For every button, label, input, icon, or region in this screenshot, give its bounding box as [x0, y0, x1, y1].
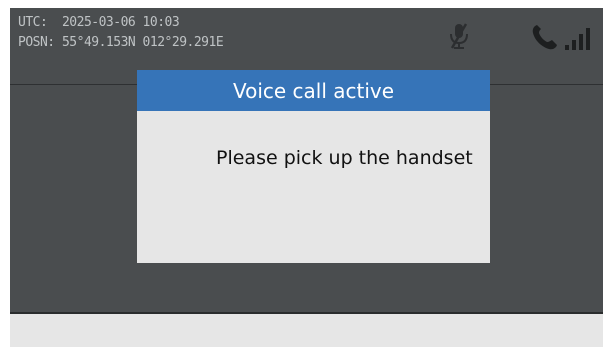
posn-label: POSN: [18, 35, 55, 50]
posn-value: 55°49.153N 012°29.291E [61, 35, 224, 50]
microphone-muted-icon [450, 23, 468, 49]
dialog-message: Please pick up the handset [216, 147, 473, 169]
voice-call-dialog[interactable]: Voice call active Please pick up the han… [137, 70, 490, 263]
phone-icon [532, 25, 557, 50]
position-readout: POSN: 55°49.153N 012°29.291E [18, 35, 224, 50]
dialog-title: Voice call active [137, 70, 490, 111]
status-bar: UTC: 2025-03-06 10:03 POSN: 55°49.153N 0… [10, 8, 603, 78]
utc-value: 2025-03-06 10:03 [61, 15, 180, 30]
utc-label: UTC: [18, 15, 48, 30]
signal-bars-icon [565, 28, 590, 50]
footer-bar [10, 314, 603, 347]
utc-readout: UTC: 2025-03-06 10:03 [18, 15, 180, 30]
